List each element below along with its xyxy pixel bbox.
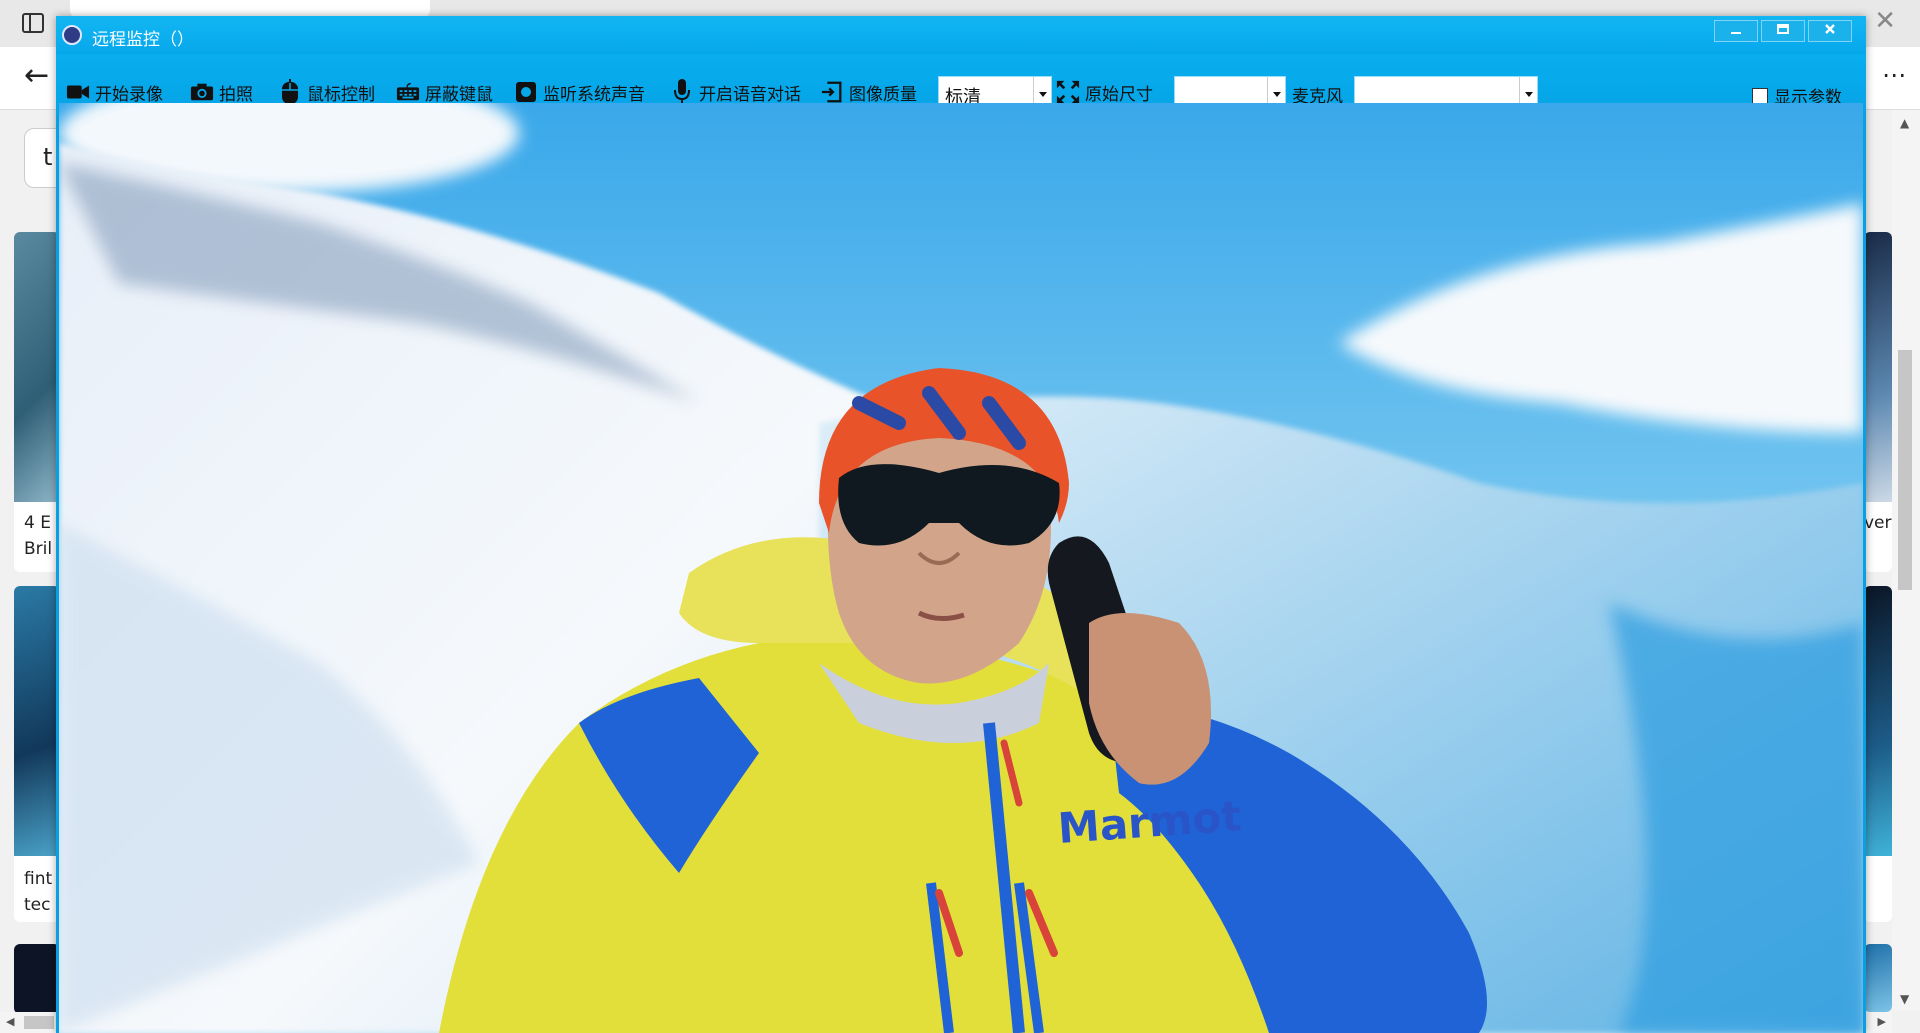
back-arrow-icon[interactable]: ← [24, 61, 49, 91]
maximize-icon [1777, 24, 1789, 34]
scroll-thumb[interactable] [24, 1016, 54, 1029]
window-title: 远程监控（） [92, 30, 194, 50]
minimize-icon [1731, 32, 1741, 34]
scroll-left-arrow-icon[interactable]: ◀ [6, 1015, 14, 1028]
app-logo-icon [62, 25, 82, 45]
card-title-line: 4 E [24, 513, 51, 533]
ice-shadow [1609, 603, 1863, 1033]
background-search-text: t [43, 143, 53, 171]
card-thumbnail [14, 586, 60, 856]
background-card-2[interactable]: fint tec [14, 586, 60, 922]
card-thumbnail [14, 944, 60, 1014]
remote-monitor-window: 远程监控（） 开始录像 拍照 鼠标控制 屏蔽键鼠 监听系统声音 开启语音对话 图… [56, 16, 1866, 1033]
scroll-up-arrow-icon[interactable]: ▲ [1900, 116, 1909, 130]
listen-system-audio-label: 监听系统声音 [543, 84, 645, 105]
block-keyboard-mouse-label: 屏蔽键鼠 [425, 84, 493, 105]
close-button[interactable] [1808, 20, 1852, 42]
start-recording-label: 开始录像 [95, 84, 163, 105]
card-title-line: tec [24, 895, 51, 915]
tab-panel-icon[interactable] [22, 13, 44, 33]
card-title-line: fint [24, 869, 53, 889]
card-thumbnail [1864, 586, 1892, 856]
mouse-icon [278, 79, 302, 104]
card-thumbnail [14, 232, 60, 502]
scroll-thumb[interactable] [1898, 350, 1912, 590]
background-card-right-1[interactable]: ver [1864, 232, 1892, 572]
sign-in-box-icon [820, 80, 844, 104]
image-quality-label: 图像质量 [849, 84, 917, 105]
video-camera-icon [66, 80, 90, 104]
checkbox-box[interactable] [1752, 87, 1768, 104]
browser-close-icon[interactable]: ✕ [1874, 8, 1896, 34]
scroll-right-arrow-icon[interactable]: ▶ [1878, 1015, 1886, 1028]
microphone-icon [670, 79, 694, 105]
card-title-line: Bril [24, 539, 53, 559]
maximize-button[interactable] [1761, 20, 1805, 42]
voice-chat-label: 开启语音对话 [699, 84, 801, 105]
close-icon [1825, 24, 1835, 34]
more-menu-icon[interactable]: ⋯ [1882, 63, 1906, 87]
card-thumbnail [1864, 944, 1892, 1012]
background-card-1[interactable]: 4 E Bril [14, 232, 60, 572]
minimize-button[interactable] [1714, 20, 1758, 42]
card-title-line: ver [1864, 513, 1892, 533]
camera-icon [190, 80, 214, 104]
video-frame: Marmot [59, 103, 1863, 1033]
remote-video-feed[interactable]: Marmot [59, 103, 1863, 1033]
record-dot-icon [514, 80, 538, 104]
snapshot-label: 拍照 [219, 84, 253, 105]
keyboard-icon [396, 80, 420, 104]
mouse-control-label: 鼠标控制 [307, 84, 375, 105]
card-thumbnail [1864, 232, 1892, 502]
background-card-3[interactable] [14, 944, 60, 1014]
background-card-right-3[interactable] [1864, 944, 1892, 1012]
scroll-down-arrow-icon[interactable]: ▼ [1900, 992, 1909, 1006]
background-card-right-2[interactable] [1864, 586, 1892, 922]
window-title-bar[interactable]: 远程监控（） [56, 16, 1866, 54]
expand-arrows-icon [1056, 80, 1080, 104]
original-size-label: 原始尺寸 [1085, 84, 1153, 105]
page-vertical-scrollbar[interactable]: ▲ ▼ [1892, 110, 1920, 1010]
